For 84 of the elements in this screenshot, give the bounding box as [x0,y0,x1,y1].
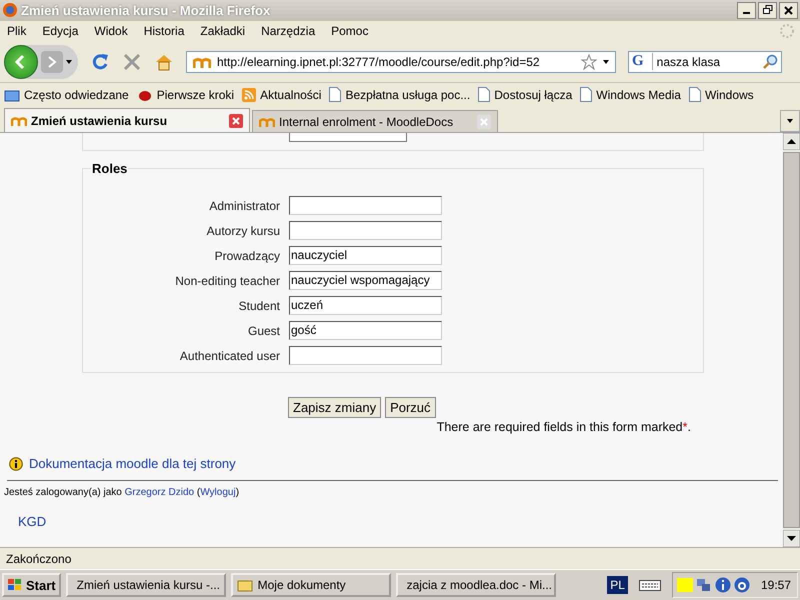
input-field[interactable]: nauczyciel wspomagający [289,271,442,290]
window-title: Zmień ustawienia kursu - Mozilla Firefox [21,2,272,18]
feed-icon [242,88,256,102]
menu-item[interactable]: Pomoc [331,24,368,38]
input-field[interactable]: nauczyciel [289,246,442,266]
folder-icon [236,578,253,592]
docs-link[interactable]: Dokumentacja moodle dla tej strony [29,456,236,472]
address-field[interactable]: http://elearning.ipnet.pl:32777/moodle/course/edit.php?id=52 [186,50,616,73]
moodle-icon [11,114,27,127]
star-icon[interactable] [581,54,597,70]
input-field[interactable] [289,221,442,240]
caret-icon[interactable] [603,60,609,64]
menu-item[interactable]: Zakładki [200,24,246,38]
input-field[interactable] [289,346,442,366]
field-label: Authenticated user [178,348,281,363]
throbber-icon [779,23,795,40]
bookmark-item[interactable]: Windows Media [580,87,681,102]
browser-tab[interactable]: Internal enrolment - MoodleDocs [252,110,498,132]
menu-item[interactable]: Historia [144,24,184,38]
scrollbar[interactable] [783,133,800,548]
start-button[interactable]: Start [2,573,61,598]
moodle-icon [259,116,275,128]
search-icon[interactable] [762,54,778,70]
taskbar-button[interactable]: Zmień ustawienia kursu -... [66,573,226,598]
field-label: Student [238,298,281,313]
footer-link[interactable]: KGD [18,514,46,530]
clock: 19:57 [760,578,791,592]
bookmark-item[interactable]: Windows [688,87,754,102]
language-indicator[interactable]: PL [607,576,628,594]
logout-link[interactable]: Wyloguj [200,487,236,498]
windows-logo-icon [7,578,23,592]
info-icon [9,456,23,471]
menu-item[interactable]: Widok [94,24,128,38]
minimize-button[interactable] [737,2,756,19]
folder-icon [4,88,20,102]
menu-item[interactable]: Narzędzia [261,24,316,38]
reload-icon[interactable] [90,52,110,72]
bookmark-item[interactable]: Często odwiedzane [4,88,129,102]
tab-list-button[interactable] [780,110,800,132]
required-note: There are required fields in this form marked*. [436,419,691,434]
menu-item[interactable]: Plik [7,24,26,38]
restore-icon [762,5,772,16]
bookmark-item[interactable]: Aktualności [242,88,322,102]
input-field[interactable]: uczeń [289,296,442,316]
input-field[interactable]: gość [289,321,442,340]
fieldset-legend: Roles [91,161,128,176]
form-button[interactable]: Porzuć [385,397,436,418]
bookmark-item[interactable]: Pierwsze kroki [136,88,234,102]
page-icon [329,87,342,102]
taskbar-button[interactable]: zajcia z moodlea.doc - Mi... [396,573,556,598]
login-info: Jesteś zalogowany(a) jako Grzegorz Dzido (Wyloguj) [4,487,240,498]
minimize-icon [743,12,750,14]
up-arrow-icon[interactable] [783,133,800,150]
field-label: Non-editing teacher [174,274,281,288]
field-label: Administrator [208,198,281,213]
globe-icon [2,2,18,18]
down-arrow-icon[interactable] [783,530,800,548]
close-icon [784,6,793,15]
field-label: Prowadzący [214,248,281,263]
back-button[interactable] [4,44,38,79]
field-label: Guest [246,324,281,338]
bookmark-item[interactable]: Bezpłatna usługa poc... [329,87,470,102]
search-field[interactable]: G nasza klasa [628,50,782,73]
taskbar-button[interactable]: Moje dokumenty [230,573,391,598]
close-icon[interactable] [229,114,243,128]
form-button[interactable]: Zapisz zmiany [288,397,382,418]
browser-tab[interactable]: Zmień ustawienia kursu [4,108,250,132]
bookmark-item[interactable]: Dostosuj łącza [478,87,572,102]
status-text: Zakończono [6,552,72,566]
info-icon[interactable] [714,577,731,594]
restore-button[interactable] [758,2,777,19]
caret-icon[interactable] [66,60,72,64]
page-icon [580,87,592,102]
close-button[interactable] [779,2,798,19]
user-link[interactable]: Grzegorz Dzido [124,487,194,498]
page-icon [688,87,701,102]
network-icon[interactable] [696,577,712,594]
keyboard-icon[interactable] [638,578,661,592]
page-icon [478,87,490,102]
field-label: Autorzy kursu [206,224,281,238]
caret-icon [787,119,793,124]
menu-item[interactable]: Edycja [42,24,78,38]
dropdown-field[interactable] [289,133,407,142]
input-field[interactable] [289,196,442,216]
